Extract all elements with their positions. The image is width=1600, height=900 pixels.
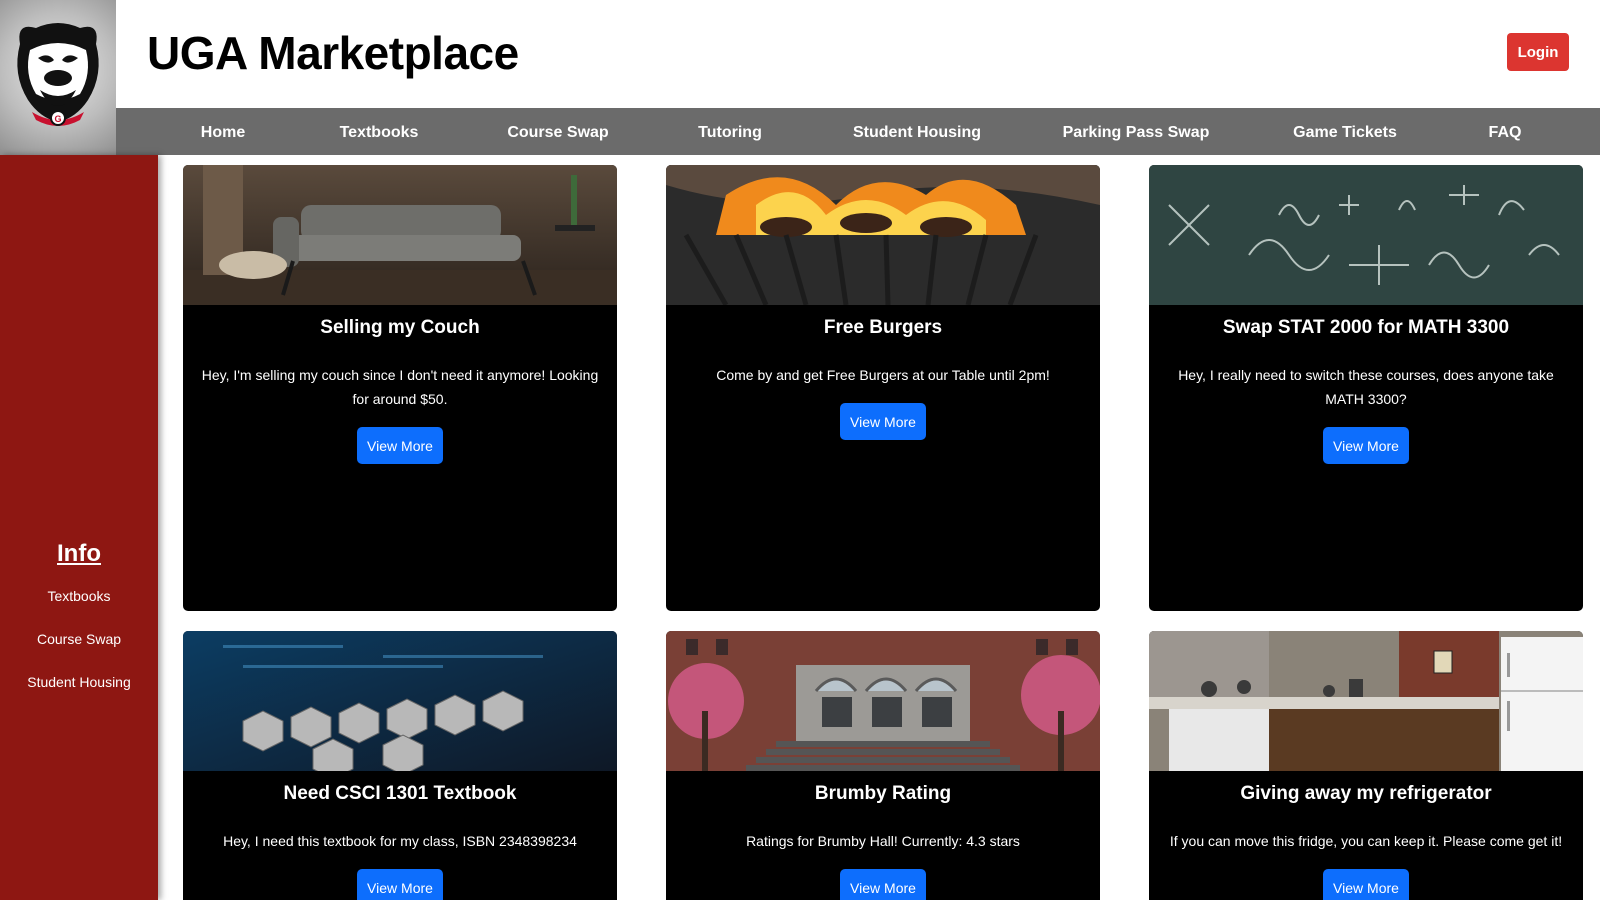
kitchen-image [1149, 631, 1583, 771]
main-navbar: Home Textbooks Course Swap Tutoring Stud… [116, 108, 1600, 155]
nav-course-swap[interactable]: Course Swap [507, 108, 608, 155]
dorm-image [666, 631, 1100, 771]
view-more-button[interactable]: View More [357, 427, 443, 464]
nav-home[interactable]: Home [201, 108, 245, 155]
view-more-button[interactable]: View More [840, 403, 926, 440]
listing-card: Free Burgers Come by and get Free Burger… [666, 165, 1100, 611]
card-description: If you can move this fridge, you can kee… [1169, 833, 1563, 849]
listing-card: Giving away my refrigerator If you can m… [1149, 631, 1583, 900]
view-more-button[interactable]: View More [840, 869, 926, 900]
couch-image [183, 165, 617, 305]
chalkboard-image [1149, 165, 1583, 305]
svg-text:G: G [54, 114, 61, 124]
listing-card: Selling my Couch Hey, I'm selling my cou… [183, 165, 617, 611]
card-title: Brumby Rating [814, 783, 952, 804]
nav-faq[interactable]: FAQ [1489, 108, 1522, 155]
card-description: Ratings for Brumby Hall! Currently: 4.3 … [746, 833, 1020, 849]
site-title: UGA Marketplace [147, 27, 519, 79]
login-button[interactable]: Login [1507, 33, 1569, 71]
card-description: Hey, I need this textbook for my class, … [223, 833, 577, 849]
sidebar-link-course-swap[interactable]: Course Swap [0, 631, 158, 647]
grill-image [666, 165, 1100, 305]
uga-bulldog-logo[interactable]: G [0, 0, 116, 155]
nav-tutoring[interactable]: Tutoring [698, 108, 762, 155]
listing-card: Need CSCI 1301 Textbook Hey, I need this… [183, 631, 617, 900]
card-description: Come by and get Free Burgers at our Tabl… [716, 367, 1050, 383]
card-title: Giving away my refrigerator [1240, 783, 1492, 804]
nav-parking-pass-swap[interactable]: Parking Pass Swap [1063, 108, 1210, 155]
sidebar: Info Textbooks Course Swap Student Housi… [0, 155, 158, 900]
bulldog-icon: G [17, 23, 99, 126]
nav-student-housing[interactable]: Student Housing [853, 108, 981, 155]
nav-textbooks[interactable]: Textbooks [340, 108, 419, 155]
card-title: Selling my Couch [320, 317, 480, 338]
sidebar-link-student-housing[interactable]: Student Housing [0, 674, 158, 690]
card-title: Swap STAT 2000 for MATH 3300 [1222, 317, 1510, 338]
listing-card: Brumby Rating Ratings for Brumby Hall! C… [666, 631, 1100, 900]
view-more-button[interactable]: View More [1323, 869, 1409, 900]
card-description: Hey, I'm selling my couch since I don't … [201, 367, 599, 407]
tech-image [183, 631, 617, 771]
nav-game-tickets[interactable]: Game Tickets [1293, 108, 1397, 155]
card-description: Hey, I really need to switch these cours… [1178, 367, 1554, 407]
card-title: Free Burgers [823, 317, 943, 338]
sidebar-title[interactable]: Info [0, 540, 158, 568]
view-more-button[interactable]: View More [357, 869, 443, 900]
listing-card: Swap STAT 2000 for MATH 3300 Hey, I real… [1149, 165, 1583, 611]
sidebar-link-textbooks[interactable]: Textbooks [0, 588, 158, 604]
view-more-button[interactable]: View More [1323, 427, 1409, 464]
card-title: Need CSCI 1301 Textbook [283, 783, 517, 804]
